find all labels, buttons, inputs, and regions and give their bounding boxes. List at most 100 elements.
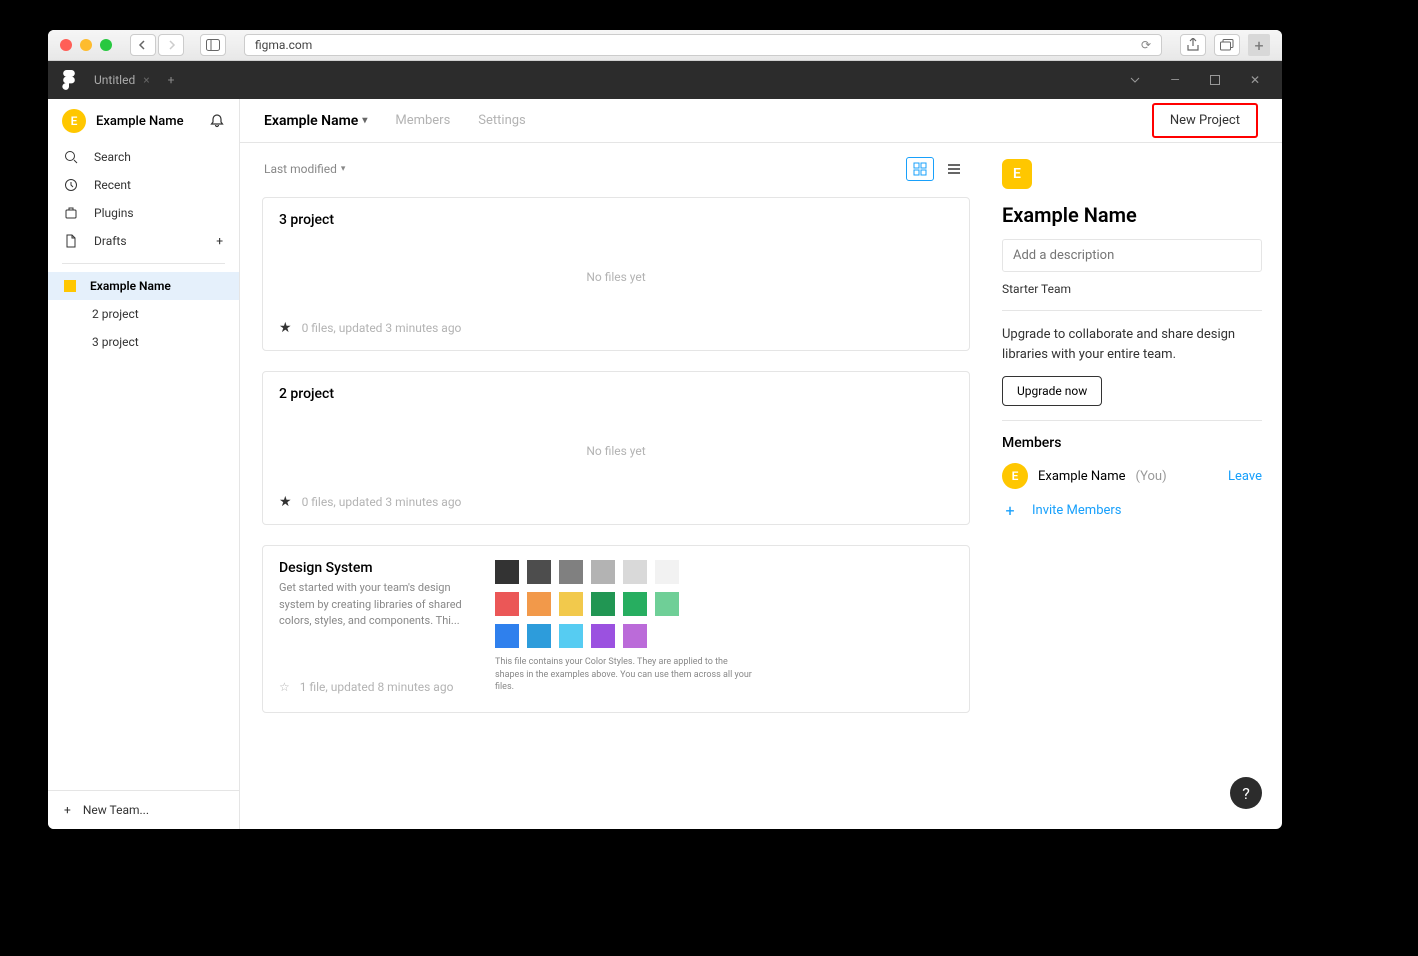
color-swatch	[527, 624, 551, 648]
drafts-icon	[64, 234, 80, 248]
empty-state-text: No files yet	[279, 408, 953, 494]
star-icon[interactable]: ★	[279, 494, 292, 510]
swatch-row-grays	[495, 560, 953, 584]
sidebar-item-label: Recent	[94, 178, 131, 192]
team-name-label: Example Name	[90, 279, 171, 293]
close-tab-icon[interactable]: ×	[143, 73, 149, 87]
member-name: Example Name	[1038, 469, 1126, 484]
url-text: figma.com	[255, 38, 312, 52]
maximize-icon[interactable]	[1208, 73, 1222, 87]
share-button[interactable]	[1180, 34, 1206, 56]
color-swatch	[623, 592, 647, 616]
maximize-window-button[interactable]	[100, 39, 112, 51]
reload-icon[interactable]: ⟳	[1141, 38, 1151, 52]
design-system-meta: 1 file, updated 8 minutes ago	[300, 680, 454, 694]
sidebar-project-item[interactable]: 3 project	[48, 328, 239, 356]
user-avatar[interactable]: E	[62, 109, 86, 133]
team-title-dropdown[interactable]: Example Name ▾	[264, 113, 367, 129]
member-avatar: E	[1002, 463, 1028, 489]
figma-logo-icon[interactable]	[62, 70, 76, 90]
design-system-desc: Get started with your team's design syst…	[279, 580, 479, 630]
back-button[interactable]	[130, 34, 156, 56]
color-swatch	[527, 560, 551, 584]
upgrade-button[interactable]: Upgrade now	[1002, 376, 1102, 406]
close-window-button[interactable]	[60, 39, 72, 51]
clock-icon	[64, 178, 80, 192]
minimize-icon[interactable]: —	[1168, 73, 1182, 87]
figma-toolbar: Untitled × + — ✕	[48, 61, 1282, 99]
tab-settings[interactable]: Settings	[478, 113, 525, 128]
main-header: Example Name ▾ Members Settings New Proj…	[240, 99, 1282, 143]
plus-icon: +	[64, 803, 71, 817]
list-view-button[interactable]	[940, 157, 968, 181]
add-draft-icon[interactable]: +	[216, 234, 223, 248]
team-color-swatch	[64, 280, 76, 292]
color-swatch	[591, 560, 615, 584]
team-details-panel: E Example Name Starter Team Upgrade to c…	[992, 143, 1282, 829]
close-icon[interactable]: ✕	[1248, 73, 1262, 87]
color-swatch	[495, 592, 519, 616]
user-name-label: Example Name	[96, 114, 199, 129]
team-name-heading: Example Name	[1002, 203, 1262, 227]
sidebar-item-drafts[interactable]: Drafts +	[48, 227, 239, 255]
team-description-input[interactable]	[1002, 239, 1262, 272]
design-system-card[interactable]: Design System Get started with your team…	[262, 545, 970, 713]
new-team-button[interactable]: + New Team...	[48, 790, 239, 829]
color-swatch	[655, 592, 679, 616]
sidebar-item-plugins[interactable]: Plugins	[48, 199, 239, 227]
divider	[1002, 420, 1262, 421]
star-outline-icon[interactable]: ☆	[279, 680, 290, 694]
upgrade-description: Upgrade to collaborate and share design …	[1002, 325, 1262, 364]
leave-team-link[interactable]: Leave	[1228, 469, 1262, 484]
sidebar-toggle-button[interactable]	[200, 34, 226, 56]
sidebar-project-item[interactable]: 2 project	[48, 300, 239, 328]
project-card[interactable]: 3 project No files yet ★ 0 files, update…	[262, 197, 970, 351]
new-file-tab-button[interactable]: +	[168, 73, 175, 87]
member-row: E Example Name (You) Leave	[1002, 463, 1262, 489]
url-bar[interactable]: figma.com ⟳	[244, 34, 1162, 56]
project-title: 3 project	[279, 212, 953, 228]
member-you-label: (You)	[1136, 469, 1167, 484]
sort-dropdown[interactable]: Last modified ▾	[264, 162, 345, 176]
empty-state-text: No files yet	[279, 234, 953, 320]
project-meta: 0 files, updated 3 minutes ago	[302, 321, 462, 335]
sidebar-item-recent[interactable]: Recent	[48, 171, 239, 199]
tab-members[interactable]: Members	[395, 113, 450, 128]
color-swatch	[591, 624, 615, 648]
color-swatch	[559, 624, 583, 648]
color-swatch	[623, 560, 647, 584]
file-tab-title: Untitled	[94, 73, 135, 87]
help-button[interactable]: ?	[1230, 777, 1262, 809]
sidebar-item-label: Search	[94, 150, 131, 164]
grid-view-button[interactable]	[906, 157, 934, 181]
color-swatch	[495, 624, 519, 648]
project-title: 2 project	[279, 386, 953, 402]
new-project-button[interactable]: New Project	[1152, 103, 1258, 138]
new-tab-button[interactable]: +	[1248, 34, 1270, 56]
sidebar-team-item[interactable]: Example Name	[48, 272, 239, 300]
members-heading: Members	[1002, 435, 1262, 451]
search-icon	[64, 150, 80, 164]
sidebar-item-search[interactable]: Search	[48, 143, 239, 171]
chevron-down-icon: ▾	[341, 164, 346, 174]
minimize-window-button[interactable]	[80, 39, 92, 51]
tabs-button[interactable]	[1214, 34, 1240, 56]
color-swatch	[559, 592, 583, 616]
file-tab[interactable]: Untitled ×	[94, 73, 150, 87]
invite-label: Invite Members	[1032, 503, 1122, 518]
browser-chrome: figma.com ⟳ +	[48, 30, 1282, 61]
project-card[interactable]: 2 project No files yet ★ 0 files, update…	[262, 371, 970, 525]
divider	[1002, 310, 1262, 311]
sidebar-item-label: Drafts	[94, 234, 127, 248]
star-icon[interactable]: ★	[279, 320, 292, 336]
notifications-icon[interactable]	[209, 113, 225, 129]
sidebar-item-label: Plugins	[94, 206, 134, 220]
project-meta: 0 files, updated 3 minutes ago	[302, 495, 462, 509]
chevron-down-icon[interactable]	[1128, 73, 1142, 87]
invite-members-link[interactable]: + Invite Members	[1002, 501, 1262, 520]
chevron-down-icon: ▾	[362, 115, 367, 126]
divider	[62, 263, 225, 264]
forward-button[interactable]	[158, 34, 184, 56]
color-swatch	[559, 560, 583, 584]
plugins-icon	[64, 206, 80, 220]
